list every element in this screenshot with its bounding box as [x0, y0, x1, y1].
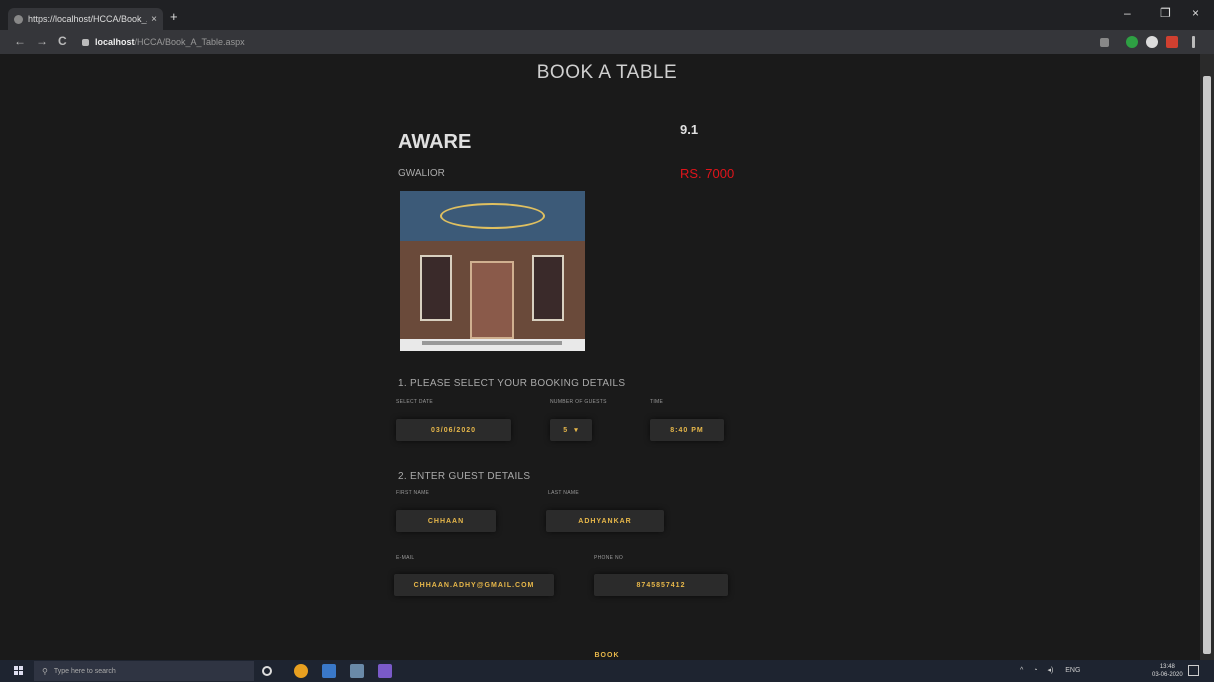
tab-favicon-icon	[14, 14, 23, 24]
first-name-value: CHHAAN	[427, 517, 465, 525]
window-minimize-button[interactable]: –	[1124, 6, 1131, 20]
new-tab-button[interactable]: +	[170, 9, 178, 24]
phone-value: 8745857412	[636, 581, 686, 589]
star-icon[interactable]	[1100, 38, 1109, 47]
email-field[interactable]: CHHAAN.ADHY@GMAIL.COM	[394, 574, 554, 596]
last-name-label: LAST NAME	[548, 490, 579, 496]
email-label: E-MAIL	[396, 555, 415, 561]
browser-toolbar: ← → C localhost /HCCA/Book_A_Table.aspx	[0, 30, 1214, 54]
store-icon[interactable]	[322, 664, 336, 678]
page-content: BOOK A TABLE AWARE 9.1 GWALIOR RS. 7000 …	[0, 54, 1200, 660]
restaurant-city: GWALIOR	[398, 168, 445, 179]
page-title: BOOK A TABLE	[536, 62, 678, 83]
url-path: /HCCA/Book_A_Table.aspx	[134, 37, 245, 47]
tray-chevron-icon[interactable]: ^	[1020, 667, 1023, 674]
download-icon[interactable]	[1166, 36, 1178, 48]
address-bar[interactable]: localhost /HCCA/Book_A_Table.aspx	[82, 33, 1102, 51]
chevron-down-icon: ▾	[574, 427, 579, 434]
cortana-icon[interactable]	[262, 666, 272, 676]
taskbar: ⚲ Type here to search ^ ◔ ◂) ENG 13:48 0…	[0, 660, 1214, 682]
time-label: TIME	[650, 399, 664, 405]
extension-icon[interactable]	[1126, 36, 1138, 48]
back-button[interactable]: ←	[14, 34, 26, 48]
clock-date: 03-06-2020	[1152, 672, 1183, 678]
storefront-logo	[440, 203, 545, 229]
restaurant-price: RS. 7000	[680, 166, 735, 181]
taskbar-search-placeholder: Type here to search	[53, 667, 116, 675]
system-tray[interactable]: ^ ◔ ◂) ENG	[1020, 666, 1080, 674]
visual-studio-icon[interactable]	[378, 664, 392, 678]
guest-details-heading: 2. ENTER GUEST DETAILS	[398, 471, 531, 482]
storefront-caption-strip	[422, 341, 562, 345]
clock-time: 13:48	[1159, 664, 1175, 670]
restaurant-rating: 9.1	[680, 122, 699, 137]
first-name-label: FIRST NAME	[396, 490, 430, 496]
time-field[interactable]: 8:40 PM	[650, 419, 724, 441]
last-name-field[interactable]: ADHYANKAR	[546, 510, 664, 532]
browser-tab[interactable]: https://localhost/HCCA/Book_A... ×	[8, 8, 163, 30]
search-icon: ⚲	[42, 666, 48, 676]
profile-icon[interactable]	[1146, 36, 1158, 48]
date-label: SELECT DATE	[396, 399, 434, 405]
window-close-button[interactable]: ×	[1192, 6, 1199, 20]
chrome-icon[interactable]	[294, 664, 308, 678]
restaurant-name: AWARE	[398, 131, 472, 153]
taskbar-clock[interactable]: 13:48 03-06-2020	[1152, 663, 1183, 679]
guests-value: 5	[563, 426, 569, 434]
booking-details-heading: 1. PLEASE SELECT YOUR BOOKING DETAILS	[398, 378, 626, 389]
storefront-facade	[400, 241, 585, 339]
reload-button[interactable]: C	[58, 34, 67, 48]
restaurant-photo	[400, 191, 585, 351]
lock-icon	[82, 38, 89, 46]
last-name-value: ADHYANKAR	[578, 517, 632, 525]
tab-close-icon[interactable]: ×	[151, 14, 157, 25]
scrollbar-thumb[interactable]	[1203, 76, 1211, 654]
notification-icon[interactable]	[1188, 665, 1199, 676]
time-value: 8:40 PM	[670, 426, 704, 434]
storefront-window	[420, 255, 452, 321]
tray-language[interactable]: ENG	[1065, 667, 1080, 674]
browser-tab-strip: https://localhost/HCCA/Book_A... × + – ❐…	[0, 0, 1214, 30]
menu-icon[interactable]	[1192, 36, 1195, 48]
date-field[interactable]: 03/06/2020	[396, 419, 511, 441]
first-name-field[interactable]: CHHAAN	[396, 510, 496, 532]
page-scrollbar[interactable]	[1200, 54, 1214, 660]
forward-button[interactable]: →	[36, 34, 48, 48]
guests-select[interactable]: 5 ▾	[550, 419, 592, 441]
guests-label: NUMBER OF GUESTS	[550, 399, 607, 405]
taskbar-search-input[interactable]: ⚲ Type here to search	[34, 661, 254, 681]
tray-wifi-icon[interactable]: ◔	[1033, 667, 1037, 674]
date-value: 03/06/2020	[430, 426, 477, 434]
window-maximize-button[interactable]: ❐	[1160, 6, 1171, 20]
email-value: CHHAAN.ADHY@GMAIL.COM	[413, 581, 535, 589]
url-host: localhost	[95, 37, 135, 47]
windows-start-icon[interactable]	[14, 666, 24, 676]
storefront-door	[470, 261, 514, 339]
tray-volume-icon[interactable]: ◂)	[1047, 667, 1053, 674]
storefront-window	[532, 255, 564, 321]
photos-icon[interactable]	[350, 664, 364, 678]
book-button[interactable]: BOOK	[0, 652, 1214, 659]
tab-title: https://localhost/HCCA/Book_A...	[28, 14, 148, 24]
phone-label: PHONE NO	[594, 555, 624, 561]
phone-field[interactable]: 8745857412	[594, 574, 728, 596]
